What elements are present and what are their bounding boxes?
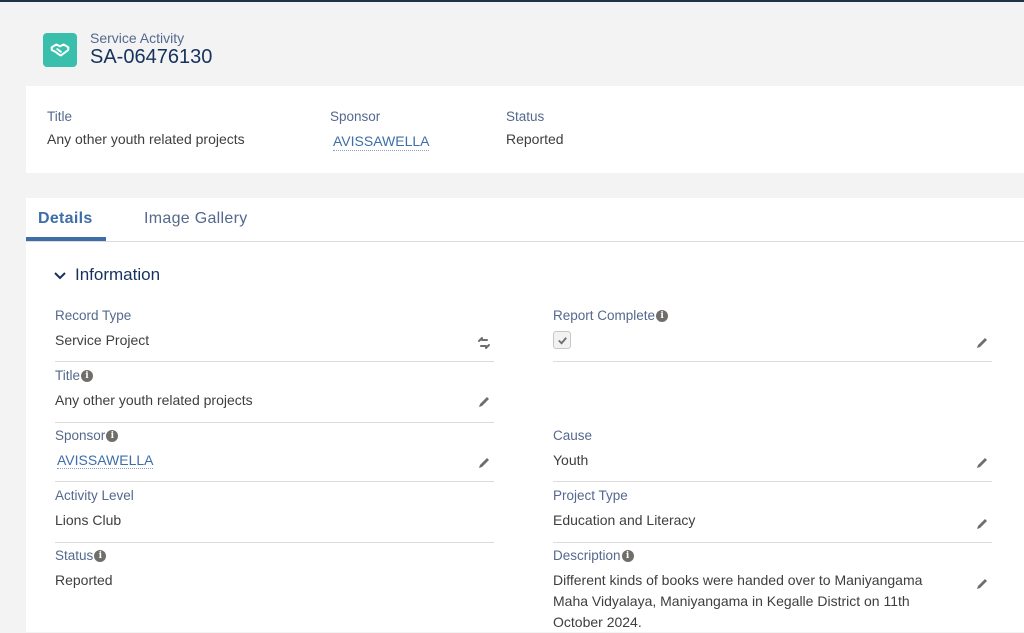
field-description: Description i Different kinds of books we… [553,548,992,632]
field-label: Status i [55,548,494,563]
highlight-title: Title Any other youth related projects [47,109,245,147]
chevron-down-icon [54,272,66,280]
field-project-type: Project Type Education and Literacy [553,488,992,543]
field-value: Reported [55,572,113,588]
pencil-icon[interactable] [974,516,990,532]
field-divider [55,422,494,423]
field-cause: Cause Youth [553,428,992,482]
field-sponsor: Sponsor i AVISSAWELLA [55,428,494,482]
pencil-icon[interactable] [974,455,990,471]
details-card: Details Image Gallery Information Record… [26,198,1024,632]
field-label: Description i [553,548,992,563]
field-title: Title i Any other youth related projects [55,368,494,423]
highlight-sponsor-link[interactable]: AVISSAWELLA [333,133,430,151]
field-label: Sponsor i [55,428,494,443]
info-icon[interactable]: i [656,309,669,322]
highlight-status-value: Reported [506,131,564,147]
handshake-icon [43,33,77,67]
field-value: Lions Club [55,512,122,528]
field-value: Different kinds of books were handed ove… [553,572,923,630]
sponsor-link[interactable]: AVISSAWELLA [57,452,154,469]
field-divider [553,361,992,362]
highlight-sponsor: Sponsor AVISSAWELLA [330,109,430,151]
object-type-label: Service Activity [90,30,185,46]
field-value: AVISSAWELLA [55,450,494,471]
field-value: Education and Literacy [553,512,696,528]
highlight-sponsor-label: Sponsor [330,109,381,124]
field-divider [55,361,494,362]
field-label: Report Complete i [553,308,992,323]
highlight-title-label: Title [47,109,73,124]
pencil-icon[interactable] [476,455,492,471]
field-record-type: Record Type Service Project [55,308,494,362]
highlights-panel: Title Any other youth related projects S… [26,86,1024,173]
field-label: Record Type [55,308,132,323]
change-record-type-icon[interactable] [476,335,492,351]
highlight-status-label: Status [506,109,545,124]
field-value: Youth [553,452,589,468]
checkmark-icon [557,336,567,345]
field-divider [553,542,992,543]
info-icon[interactable]: i [106,429,119,442]
tab-details[interactable]: Details [38,210,93,228]
report-complete-checkbox [553,331,571,349]
pencil-icon[interactable] [476,394,492,410]
field-value: Any other youth related projects [55,392,253,408]
field-divider [55,481,494,482]
field-label: Title i [55,368,494,383]
tab-image-gallery[interactable]: Image Gallery [144,210,248,228]
highlight-status: Status Reported [506,109,564,147]
field-status: Status i Reported [55,548,494,608]
pencil-icon[interactable] [974,335,990,351]
record-name: SA-06476130 [90,46,213,68]
highlight-title-value: Any other youth related projects [47,131,245,147]
section-information-toggle[interactable]: Information [53,265,160,285]
info-icon[interactable]: i [94,549,107,562]
section-title: Information [75,265,161,284]
field-value: Service Project [55,332,150,348]
field-label: Activity Level [55,488,134,503]
field-label: Cause [553,428,593,443]
field-activity-level: Activity Level Lions Club [55,488,494,543]
record-header: Service Activity SA-06476130 [0,2,1024,86]
field-report-complete: Report Complete i [553,308,992,362]
pencil-icon[interactable] [974,576,990,592]
info-icon[interactable]: i [81,369,94,382]
field-divider [55,542,494,543]
active-tab-indicator [26,237,106,241]
field-divider [553,481,992,482]
tab-bar: Details Image Gallery [26,198,1024,242]
info-icon[interactable]: i [621,549,634,562]
field-label: Project Type [553,488,628,503]
